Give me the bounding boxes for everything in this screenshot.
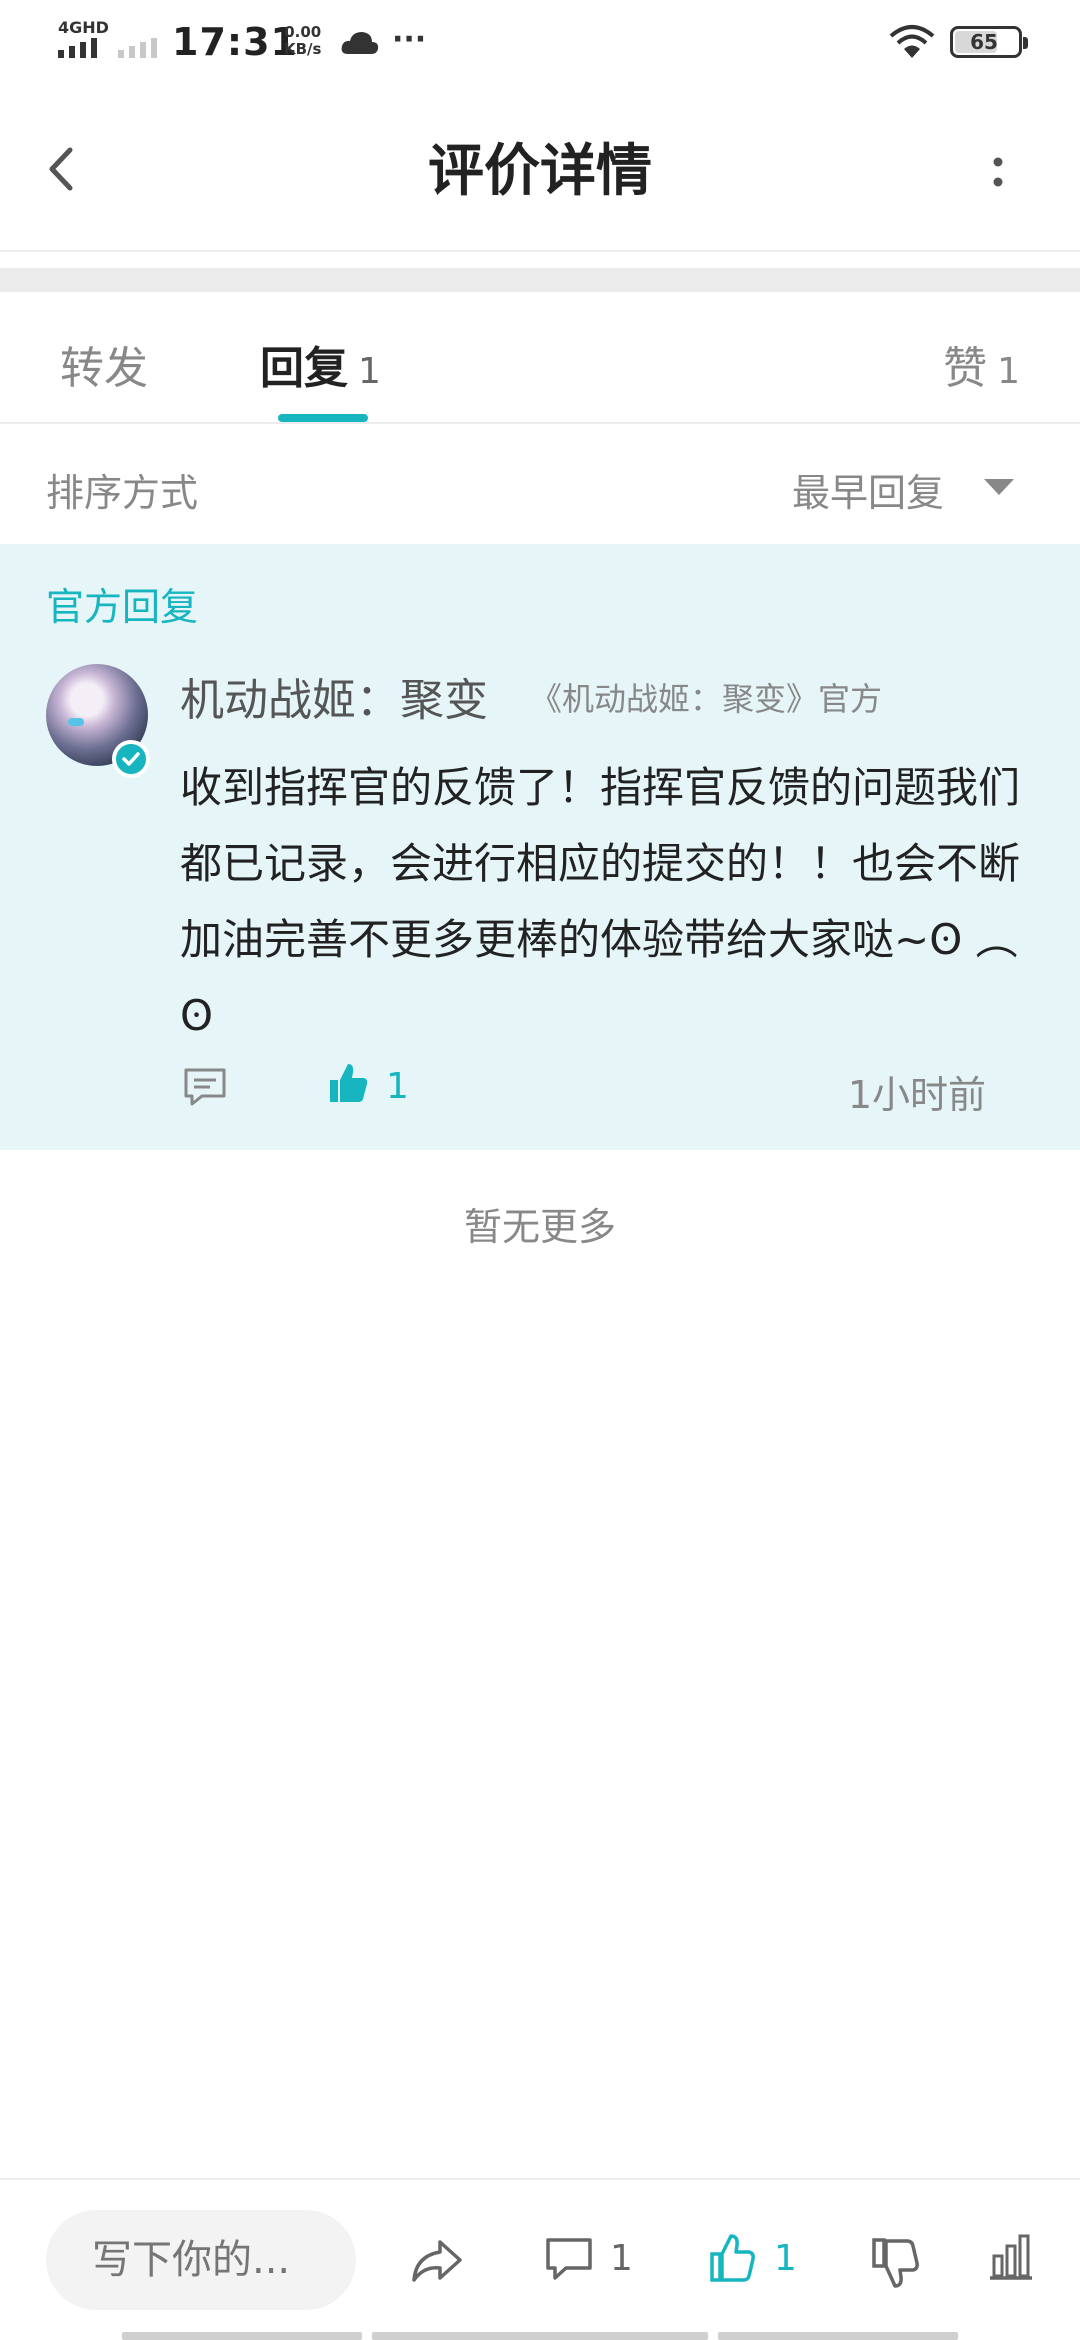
comment-count: 1 [610, 2238, 633, 2279]
network-type: 4GHD [58, 18, 109, 37]
reply-time: 1小时前 [847, 1073, 986, 1117]
cloud-icon [341, 32, 379, 54]
write-reply-input[interactable] [46, 2210, 356, 2310]
active-tab-indicator [278, 414, 368, 422]
bottom-action-bar: 1 1 [0, 2178, 1080, 2340]
app-header: 评价详情 [0, 84, 1080, 252]
section-divider [0, 268, 1080, 292]
reply-text: 收到指挥官的反馈了！指挥官反馈的问题我们都已记录，会进行相应的提交的！！也会不断… [180, 763, 1021, 1040]
tab-bar: 转发 回复 1 赞1 [0, 292, 1080, 424]
verified-icon [112, 740, 150, 778]
nav-hint [718, 2332, 958, 2340]
clock: 17:31 [172, 20, 298, 64]
thumbs-up-icon[interactable] [708, 2232, 756, 2284]
nav-hint [372, 2332, 708, 2340]
sort-row: 排序方式 最早回复 [0, 424, 1080, 544]
signal-2-icon [118, 38, 157, 58]
battery-level: 65 [970, 30, 998, 54]
nav-hint [122, 2332, 362, 2340]
stats-icon[interactable] [986, 2232, 1036, 2282]
official-reply-card: 官方回复 机动战姬：聚变 《机动战姬：聚变》官方 收到指挥官的反馈了！指挥官反馈… [0, 544, 1080, 1150]
more-options-button[interactable] [978, 144, 1018, 200]
reply-like-count: 1 [386, 1066, 409, 1107]
network-speed: 0.00 KB/s [284, 24, 321, 58]
official-reply-label: 官方回复 [46, 585, 199, 629]
tab-like[interactable]: 赞1 [943, 332, 1020, 396]
page-title: 评价详情 [428, 139, 652, 204]
wifi-icon [889, 25, 935, 58]
battery-icon: 65 [950, 26, 1028, 58]
sort-dropdown[interactable]: 最早回复 [792, 462, 944, 517]
avatar-detail [68, 718, 84, 726]
tab-like-label: 赞 [943, 343, 988, 394]
tab-like-count: 1 [997, 351, 1020, 392]
tab-reply-count: 1 [358, 351, 381, 392]
tab-forward-label: 转发 [60, 343, 148, 394]
speed-value: 0.00 [284, 23, 322, 41]
no-more-text: 暂无更多 [463, 1205, 616, 1249]
author-name[interactable]: 机动战姬：聚变 [180, 664, 488, 728]
battery-tip [1023, 37, 1028, 49]
comment-icon[interactable] [544, 2236, 594, 2282]
thumbs-down-icon[interactable] [868, 2236, 922, 2290]
signal-icon [58, 38, 97, 58]
status-bar: 4GHD 17:31 0.00 KB/s ··· 65 [0, 0, 1080, 84]
speed-unit: KB/s [284, 40, 322, 58]
like-count: 1 [774, 2238, 797, 2279]
dropdown-arrow-icon[interactable] [982, 476, 1016, 498]
tab-reply-label: 回复 [260, 343, 348, 394]
thumbs-up-icon[interactable] [326, 1060, 370, 1106]
more-notifications-icon: ··· [392, 22, 427, 57]
share-icon[interactable] [410, 2236, 464, 2284]
sort-label: 排序方式 [46, 471, 199, 515]
author-tag: 《机动战姬：聚变》官方 [530, 680, 883, 718]
tab-forward[interactable]: 转发 [60, 332, 148, 396]
tab-reply[interactable]: 回复 1 [260, 332, 381, 396]
comment-icon[interactable] [182, 1066, 228, 1108]
